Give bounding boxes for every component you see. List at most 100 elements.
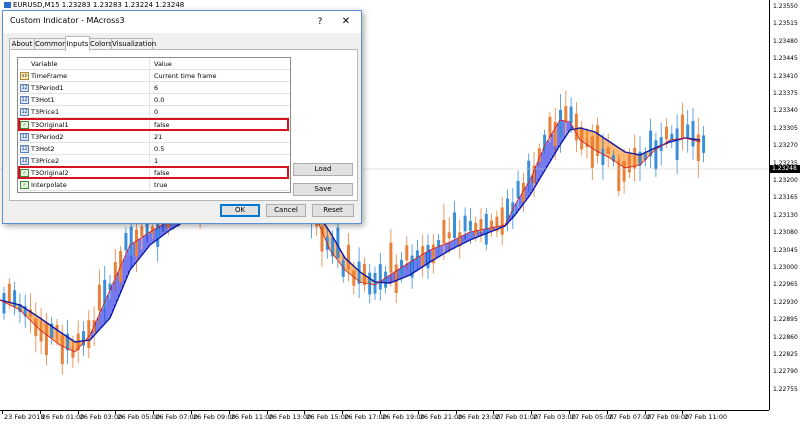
candle: [410, 244, 414, 289]
dialog-title: Custom Indicator - MAcross3: [10, 16, 125, 25]
save-button[interactable]: Save: [293, 183, 353, 196]
candle-body: [665, 126, 668, 140]
time-tick-label: 26 Feb 11:00: [230, 413, 274, 421]
column-divider: [149, 94, 150, 107]
input-row-t3hot2[interactable]: 12 T3Hot2 0.5: [18, 142, 290, 155]
price-tick-label: 1.23410: [773, 72, 798, 80]
reset-button[interactable]: Reset: [312, 204, 354, 217]
variable-value[interactable]: 21: [154, 131, 162, 143]
column-divider: [149, 179, 150, 192]
int-icon: 12: [20, 84, 29, 93]
help-button[interactable]: ?: [312, 14, 328, 30]
close-button[interactable]: ✕: [338, 14, 354, 30]
variable-value[interactable]: 6: [154, 82, 158, 94]
column-divider: [149, 82, 150, 95]
candle: [347, 232, 350, 282]
candle: [654, 132, 658, 178]
candle: [606, 133, 610, 168]
candle-body: [680, 114, 684, 139]
candle-body: [580, 127, 584, 150]
candle: [516, 170, 520, 209]
candle-body: [574, 113, 578, 141]
variable-value[interactable]: 0.5: [154, 143, 164, 155]
time-tick: [2, 411, 3, 414]
variable-value[interactable]: true: [154, 179, 167, 191]
candle-body: [389, 242, 393, 273]
time-tick: [77, 411, 79, 414]
price-tick-label: 1.22755: [773, 385, 798, 393]
candle: [649, 118, 653, 169]
candle-body: [601, 148, 605, 165]
price-tick-label: 1.23130: [773, 211, 798, 219]
candle: [431, 234, 435, 274]
price-axis[interactable]: 1.23550 1.23515 1.23480 1.23445 1.23410 1.233…: [769, 0, 800, 410]
input-row-t3period1[interactable]: 12 T3Period1 6: [18, 82, 290, 95]
candle: [490, 213, 494, 237]
input-row-interpolate[interactable]: ✓ Interpolate true: [18, 179, 290, 192]
candle-body: [627, 154, 631, 173]
candle: [590, 124, 594, 181]
candle: [643, 147, 647, 167]
column-divider: [149, 70, 150, 83]
candle: [426, 234, 430, 279]
candle: [596, 117, 600, 164]
candle-body: [474, 222, 478, 236]
variable-name: T3Period1: [31, 84, 64, 93]
time-tick: [606, 411, 608, 414]
candle-body: [60, 335, 64, 365]
candle: [479, 208, 483, 243]
candle: [702, 126, 706, 163]
price-tick-label: 1.23515: [773, 20, 798, 28]
input-row-t3hot1[interactable]: 12 T3Hot1 0.0: [18, 94, 290, 107]
candle: [633, 134, 637, 182]
candle-body: [442, 219, 446, 244]
double-icon: 12: [20, 96, 29, 105]
input-row-timeframe[interactable]: ab TimeFrame Current time frame: [18, 70, 290, 83]
custom-indicator-dialog: Custom Indicator - MAcross3 ? ✕ About Com…: [2, 10, 362, 224]
candle-body: [569, 106, 573, 124]
time-axis[interactable]: 23 Feb 2018 26 Feb 01:00 26 Feb 03:00 26 Fe…: [0, 410, 769, 426]
price-tick-label: 1.23480: [773, 37, 798, 45]
time-tick: [380, 411, 381, 414]
time-tick-label: 26 Feb 21:00: [419, 413, 463, 421]
candle-body: [490, 220, 494, 231]
input-row-t3period2[interactable]: 12 T3Period2 21: [18, 130, 290, 143]
price-tick-label: 1.23305: [773, 124, 798, 132]
candle-body: [394, 264, 398, 293]
highlight-box: [18, 117, 289, 131]
candle-body: [463, 215, 467, 232]
candle-body: [87, 320, 91, 348]
candle-body: [124, 232, 128, 251]
time-tick: [266, 411, 268, 414]
candle: [617, 154, 621, 197]
variable-value[interactable]: Current time frame: [154, 70, 217, 82]
candle-body: [696, 134, 700, 161]
time-tick: [455, 411, 457, 414]
time-tick-label: 26 Feb 23:00: [457, 413, 501, 421]
candle-body: [500, 207, 504, 235]
price-tick-label: 1.23340: [773, 107, 798, 115]
candle: [580, 121, 584, 156]
candle: [500, 197, 504, 246]
variable-name: T3Period2: [31, 132, 64, 141]
candle: [638, 136, 642, 182]
candle-body: [7, 283, 11, 303]
ok-button[interactable]: OK: [220, 204, 260, 217]
price-tick-label: 1.23165: [773, 194, 798, 202]
column-divider[interactable]: [149, 58, 150, 68]
candle-body: [415, 250, 419, 261]
tab-inputs[interactable]: Inputs: [65, 36, 90, 51]
cancel-button[interactable]: Cancel: [266, 204, 306, 217]
column-divider: [149, 130, 150, 143]
dialog-titlebar[interactable]: Custom Indicator - MAcross3 ? ✕: [3, 11, 361, 33]
variable-value[interactable]: 0.0: [154, 94, 164, 106]
candle-body: [559, 109, 562, 137]
price-tick-label: 1.22895: [773, 316, 798, 324]
candle-body: [347, 244, 350, 270]
load-button[interactable]: Load: [293, 163, 353, 176]
candle-body: [55, 324, 59, 340]
time-tick: [342, 411, 344, 414]
candle-body: [675, 128, 679, 161]
candle-body: [2, 292, 6, 314]
time-tick-label: 27 Feb 05:00: [571, 413, 614, 421]
